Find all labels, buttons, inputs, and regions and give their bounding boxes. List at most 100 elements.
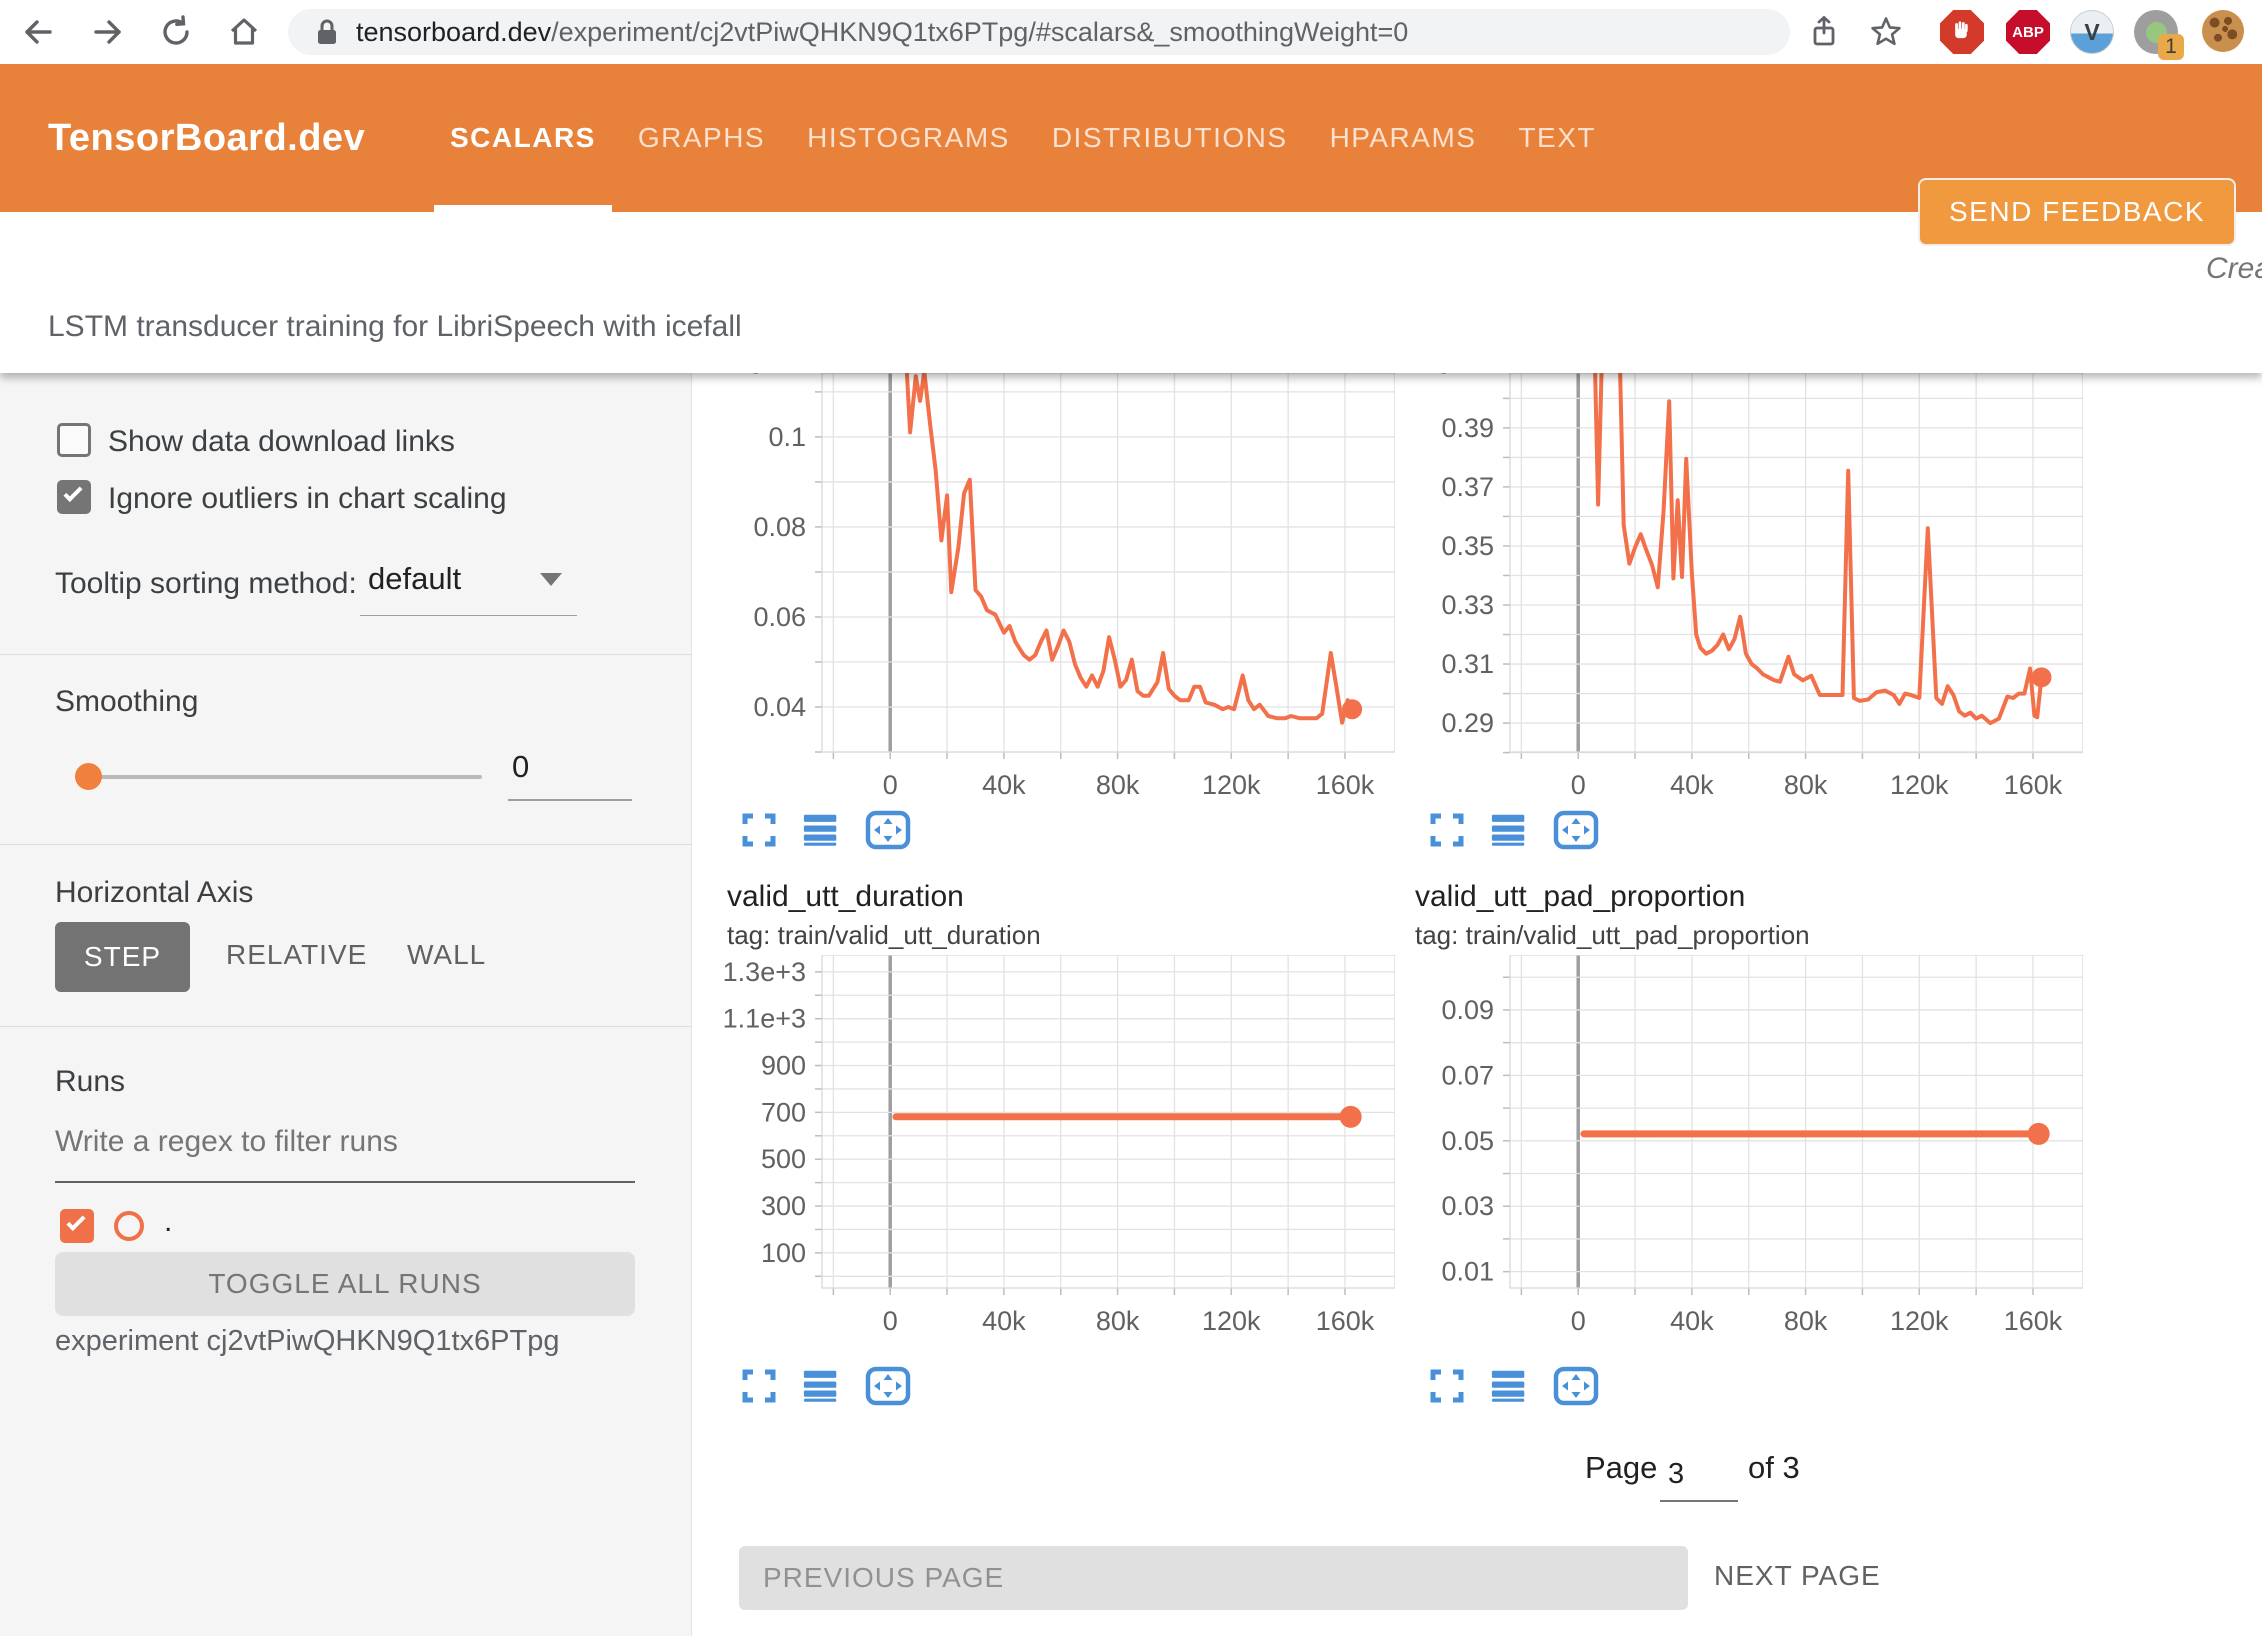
tab-text[interactable]: TEXT — [1502, 64, 1612, 212]
brand-logo[interactable]: TensorBoard.dev — [48, 64, 365, 212]
data-table-icon[interactable] — [1491, 1368, 1527, 1404]
previous-page-button[interactable]: PREVIOUS PAGE — [739, 1546, 1688, 1610]
send-feedback-button[interactable]: SEND FEEDBACK — [1918, 178, 2236, 246]
line-chart[interactable]: 0.290.310.330.350.370.39040k80k120k160k — [1395, 373, 2083, 804]
experiment-id: experiment cj2vtPiwQHKN9Q1tx6PTpg — [55, 1325, 559, 1358]
smoothing-slider[interactable] — [75, 775, 482, 779]
tooltip-sort-dropdown[interactable]: default — [368, 561, 461, 597]
svg-text:1.3e+3: 1.3e+3 — [723, 957, 806, 987]
url-bar[interactable]: tensorboard.dev/experiment/cj2vtPiwQHKN9… — [288, 9, 1790, 55]
chevron-down-icon[interactable] — [540, 573, 562, 586]
svg-text:0.35: 0.35 — [1441, 531, 1494, 561]
chart2-actions — [1429, 810, 1599, 850]
run-checkbox[interactable] — [60, 1209, 94, 1243]
fullscreen-icon[interactable] — [1429, 1368, 1465, 1404]
reload-icon[interactable] — [158, 14, 194, 50]
page-number-input[interactable]: 3 — [1660, 1458, 1738, 1502]
ignore-outliers-checkbox[interactable] — [57, 480, 91, 514]
divider — [0, 844, 692, 845]
smoothing-value[interactable]: 0 — [512, 749, 529, 785]
svg-text:120k: 120k — [1890, 770, 1949, 800]
svg-text:0.29: 0.29 — [1441, 708, 1494, 738]
svg-text:160k: 160k — [2004, 770, 2063, 800]
chart4-title: valid_utt_pad_proportion — [1415, 880, 1745, 914]
data-table-icon[interactable] — [803, 1368, 839, 1404]
abp-icon[interactable]: ABP — [2006, 10, 2050, 54]
svg-text:900: 900 — [761, 1051, 806, 1081]
svg-text:0: 0 — [1571, 1306, 1586, 1336]
svg-text:100: 100 — [761, 1238, 806, 1268]
svg-text:0.37: 0.37 — [1441, 472, 1494, 502]
svg-text:120k: 120k — [1890, 1306, 1949, 1336]
chart4-actions — [1429, 1366, 1599, 1406]
svg-text:0.31: 0.31 — [1441, 649, 1494, 679]
chart3-actions — [741, 1366, 911, 1406]
data-table-icon[interactable] — [803, 812, 839, 848]
home-icon[interactable] — [226, 14, 262, 50]
app-header: TensorBoard.dev SCALARS GRAPHS HISTOGRAM… — [0, 64, 2262, 212]
extension-badge: 1 — [2158, 34, 2184, 60]
runs-label: Runs — [55, 1065, 125, 1099]
forward-icon[interactable] — [90, 14, 126, 50]
settings-sidebar: Show data download links Ignore outliers… — [0, 373, 692, 1636]
svg-text:80k: 80k — [1096, 770, 1140, 800]
check-icon — [63, 483, 82, 502]
share-icon[interactable] — [1806, 14, 1842, 50]
svg-text:0.33: 0.33 — [1441, 590, 1494, 620]
show-download-links-label: Show data download links — [108, 425, 455, 459]
tab-histograms[interactable]: HISTOGRAMS — [791, 64, 1026, 212]
line-chart[interactable]: 1003005007009001.1e+31.3e+3040k80k120k16… — [707, 955, 1395, 1340]
svg-text:160k: 160k — [1316, 770, 1375, 800]
axis-relative-button[interactable]: RELATIVE — [226, 939, 367, 971]
fit-domain-icon[interactable] — [865, 1366, 911, 1406]
axis-step-button[interactable]: STEP — [55, 922, 190, 992]
run-name[interactable]: . — [164, 1205, 172, 1239]
fit-domain-icon[interactable] — [1553, 1366, 1599, 1406]
tab-hparams[interactable]: HPARAMS — [1314, 64, 1493, 212]
smoothing-slider-thumb[interactable] — [75, 763, 102, 790]
tab-graphs[interactable]: GRAPHS — [622, 64, 781, 212]
svg-text:0: 0 — [1571, 770, 1586, 800]
data-table-icon[interactable] — [1491, 812, 1527, 848]
fullscreen-icon[interactable] — [741, 1368, 777, 1404]
browser-toolbar: tensorboard.dev/experiment/cj2vtPiwQHKN9… — [0, 0, 2262, 64]
fullscreen-icon[interactable] — [1429, 812, 1465, 848]
fit-domain-icon[interactable] — [1553, 810, 1599, 850]
next-page-button[interactable]: NEXT PAGE — [1714, 1560, 1881, 1592]
line-chart[interactable]: 0.010.030.050.070.09040k80k120k160k — [1395, 955, 2083, 1340]
svg-text:500: 500 — [761, 1144, 806, 1174]
v-circle-icon[interactable]: V — [2070, 10, 2114, 54]
smoothing-label: Smoothing — [55, 685, 198, 719]
show-download-links-checkbox[interactable] — [57, 423, 91, 457]
run-color-swatch — [114, 1211, 144, 1241]
svg-text:0: 0 — [883, 1306, 898, 1336]
cookie-icon[interactable] — [2202, 10, 2246, 54]
svg-text:120k: 120k — [1202, 770, 1261, 800]
svg-text:160k: 160k — [1316, 1306, 1375, 1336]
dropdown-underline — [360, 615, 577, 616]
chart1-actions — [741, 810, 911, 850]
svg-text:1.1e+3: 1.1e+3 — [723, 1004, 806, 1034]
back-icon[interactable] — [20, 14, 56, 50]
stop-hand-icon[interactable] — [1940, 10, 1984, 54]
star-icon[interactable] — [1868, 14, 1904, 50]
created-text: Crea — [2206, 252, 2262, 286]
fullscreen-icon[interactable] — [741, 812, 777, 848]
svg-text:0.05: 0.05 — [1441, 1126, 1494, 1156]
toggle-all-runs-button[interactable]: TOGGLE ALL RUNS — [55, 1252, 635, 1316]
svg-text:700: 700 — [761, 1097, 806, 1127]
runs-filter-underline — [55, 1181, 635, 1183]
svg-text:300: 300 — [761, 1191, 806, 1221]
svg-text:40k: 40k — [1670, 1306, 1714, 1336]
svg-text:80k: 80k — [1784, 770, 1828, 800]
runs-filter-input[interactable]: Write a regex to filter runs — [55, 1125, 398, 1159]
tab-distributions[interactable]: DISTRIBUTIONS — [1036, 64, 1304, 212]
line-chart[interactable]: 0.040.060.080.1040k80k120k160k — [707, 373, 1395, 804]
page-label: Page — [1585, 1450, 1657, 1486]
axis-wall-button[interactable]: WALL — [407, 939, 486, 971]
fit-domain-icon[interactable] — [865, 810, 911, 850]
svg-text:120k: 120k — [1202, 1306, 1261, 1336]
chart3-tag: tag: train/valid_utt_duration — [727, 920, 1041, 951]
svg-text:40k: 40k — [982, 1306, 1026, 1336]
tab-scalars[interactable]: SCALARS — [434, 64, 612, 212]
